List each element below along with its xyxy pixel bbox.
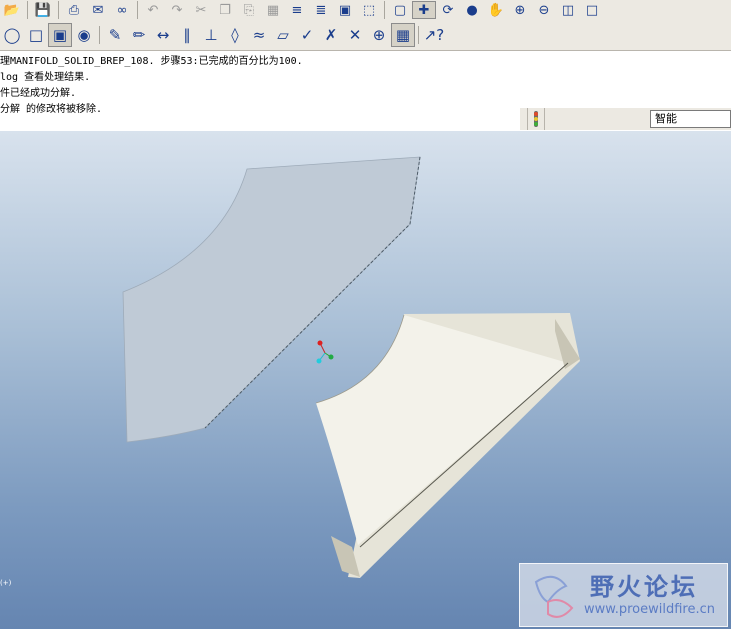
link-icon[interactable]: ∞	[110, 1, 134, 19]
main-toolbar: 📂 💾 ⎙ ✉ ∞ ↶ ↷ ✂ ❐ ⎘ ▦ ≡ ≣ ▣ ⬚ ▢ ✚ ⟳ ● ✋ …	[0, 0, 731, 21]
view-icon[interactable]: □	[580, 1, 604, 19]
baseline-icon[interactable]: ⊥	[199, 23, 223, 47]
forum-watermark: 野火论坛 www.proewildfire.cn	[519, 563, 728, 627]
datum-curve-icon[interactable]: ▱	[271, 23, 295, 47]
edit-definition-icon[interactable]: ✏	[127, 23, 151, 47]
watermark-title: 野火论坛	[590, 573, 698, 601]
point-display-icon[interactable]: ✕	[343, 23, 367, 47]
toolbar-separator	[384, 1, 385, 19]
hidden-line-icon[interactable]: ◯	[0, 23, 24, 47]
toolbar-separator	[418, 26, 419, 44]
print-icon[interactable]: ⎙	[62, 1, 86, 19]
undo-icon[interactable]: ↶	[141, 1, 165, 19]
open-icon[interactable]: 📂	[0, 1, 24, 19]
annotation-display-icon[interactable]: ▦	[391, 23, 415, 47]
watermark-url: www.proewildfire.cn	[584, 602, 715, 617]
repaint-icon[interactable]: ▢	[388, 1, 412, 19]
datum-axis-icon[interactable]: ≈	[247, 23, 271, 47]
orient-icon[interactable]: ⟳	[436, 1, 460, 19]
select-box-icon[interactable]: ⬚	[357, 1, 381, 19]
save-icon[interactable]: 💾	[31, 1, 55, 19]
enhanced-realism-icon[interactable]: ◉	[72, 23, 96, 47]
csys-triad-icon	[316, 340, 334, 364]
spin-center-icon[interactable]: ✚	[412, 1, 436, 19]
watermark-logo-icon	[534, 575, 574, 618]
toolbar-separator	[137, 1, 138, 19]
message-line: 理MANIFOLD_SOLID_BREP_108. 步骤53:已完成的百分比为1…	[0, 56, 303, 67]
spec-tree-icon[interactable]: ✎	[103, 23, 127, 47]
selection-filter-select[interactable]: 智能	[650, 110, 731, 128]
datum-plane-icon[interactable]: ◊	[223, 23, 247, 47]
send-icon[interactable]: ✉	[86, 1, 110, 19]
reference-dim-icon[interactable]: ∥	[175, 23, 199, 47]
axis-display-icon[interactable]: ✗	[319, 23, 343, 47]
no-hidden-icon[interactable]: □	[24, 23, 48, 47]
zoom-out-icon[interactable]: ⊖	[532, 1, 556, 19]
regenerate-icon[interactable]: ≡	[285, 1, 309, 19]
shading-icon[interactable]: ●	[460, 1, 484, 19]
toolbar-separator	[58, 1, 59, 19]
paste-icon[interactable]: ⎘	[237, 1, 261, 19]
copy-icon[interactable]: ❐	[213, 1, 237, 19]
pan-icon[interactable]: ✋	[484, 1, 508, 19]
toolbar-separator	[27, 1, 28, 19]
refit-icon[interactable]: ◫	[556, 1, 580, 19]
csys-display-icon[interactable]: ⊕	[367, 23, 391, 47]
message-line: 件已经成功分解.	[0, 88, 77, 99]
context-help-icon[interactable]: ↗?	[422, 23, 446, 47]
datum-plane-display-icon[interactable]: ✓	[295, 23, 319, 47]
find-icon[interactable]: ▣	[333, 1, 357, 19]
cut-icon[interactable]: ✂	[189, 1, 213, 19]
toolbar-separator	[99, 26, 100, 44]
graphics-viewport[interactable]: (+) 野火论坛 www.proewildfire.cn	[0, 131, 731, 629]
message-line: log 查看处理结果.	[0, 72, 91, 83]
display-toolbar: ◯ □ ▣ ◉ ✎ ✏ ↔ ∥ ⊥ ◊ ≈ ▱ ✓ ✗ ✕ ⊕ ▦ ↗?	[0, 20, 731, 51]
regenerate-manager-icon[interactable]: ≣	[309, 1, 333, 19]
dimension-icon[interactable]: ↔	[151, 23, 175, 47]
message-line: 分解 的修改将被移除.	[0, 104, 103, 115]
zoom-in-icon[interactable]: ⊕	[508, 1, 532, 19]
paste-special-icon[interactable]: ▦	[261, 1, 285, 19]
orientation-label: (+)	[0, 579, 12, 587]
shading-display-icon[interactable]: ▣	[48, 23, 72, 47]
redo-icon[interactable]: ↷	[165, 1, 189, 19]
traffic-light-icon[interactable]	[527, 108, 545, 130]
